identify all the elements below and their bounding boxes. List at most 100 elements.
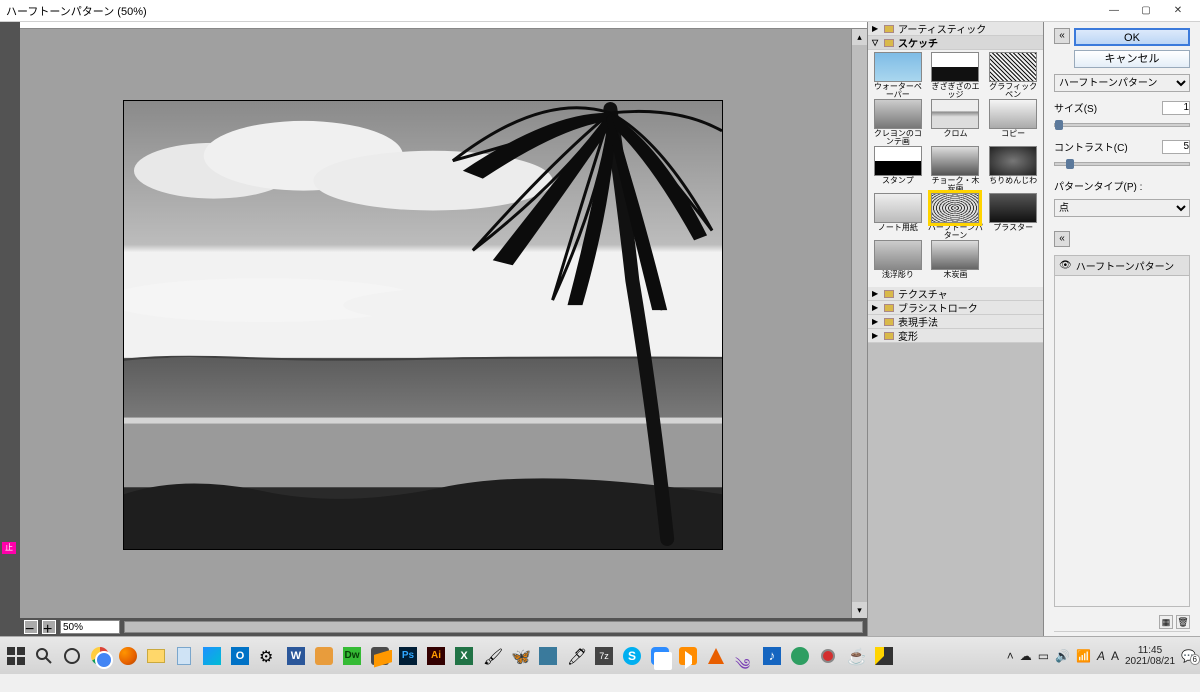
tray-chevron-up-icon[interactable]: ˄ bbox=[1007, 649, 1014, 663]
category-sketch[interactable]: ▽ スケッチ bbox=[868, 36, 1043, 50]
chevron-right-icon: ▶ bbox=[872, 317, 880, 326]
photoshop-icon[interactable]: Ps bbox=[396, 644, 420, 668]
thumb-conte-crayon[interactable]: クレヨンのコンテ画 bbox=[870, 99, 926, 144]
music-icon[interactable]: ♪ bbox=[760, 644, 784, 668]
collapse-preview-button[interactable]: « bbox=[1054, 231, 1070, 247]
thumb-note-paper[interactable]: ノート用紙 bbox=[870, 193, 926, 238]
category-artistic[interactable]: ▶ アーティスティック bbox=[868, 22, 1043, 36]
brush-icon[interactable]: 🖊 bbox=[564, 644, 588, 668]
category-distort[interactable]: ▶ 変形 bbox=[868, 329, 1043, 343]
chrome-icon[interactable] bbox=[88, 644, 112, 668]
start-button[interactable] bbox=[4, 644, 28, 668]
horizontal-scrollbar[interactable] bbox=[124, 621, 863, 633]
thumb-stamp[interactable]: スタンプ bbox=[870, 146, 926, 191]
minimize-button[interactable]: — bbox=[1098, 5, 1130, 16]
main: 止 bbox=[0, 22, 1200, 636]
photos-icon[interactable] bbox=[200, 644, 224, 668]
maximize-button[interactable]: ▢ bbox=[1130, 5, 1162, 16]
thumb-plaster[interactable]: プラスター bbox=[985, 193, 1041, 238]
delete-effect-layer-button[interactable]: 🗑 bbox=[1176, 615, 1190, 629]
zoom-input[interactable] bbox=[60, 620, 120, 634]
contrast-input[interactable] bbox=[1162, 140, 1190, 154]
effect-layer-row[interactable]: 👁 ハーフトーンパターン bbox=[1055, 256, 1189, 276]
excel-icon[interactable]: X bbox=[452, 644, 476, 668]
paint-icon[interactable]: 🖌 bbox=[480, 644, 504, 668]
filter-select[interactable]: ハーフトーンパターン bbox=[1054, 74, 1190, 92]
scroll-thumb-v[interactable] bbox=[852, 45, 867, 602]
thumb-water-paper[interactable]: ウォーターペーパー bbox=[870, 52, 926, 97]
thumb-graphic-pen[interactable]: グラフィックペン bbox=[985, 52, 1041, 97]
globe-icon[interactable] bbox=[788, 644, 812, 668]
ok-button[interactable]: OK bbox=[1074, 28, 1190, 46]
clock-date: 2021/08/21 bbox=[1125, 656, 1175, 667]
skype-icon[interactable]: S bbox=[620, 644, 644, 668]
taskbar: O ⚙ W Dw Ps Ai X 🖌 🦋 🖊 7z S ༄ ♪ ☕ ˄ ☁ ▭ … bbox=[0, 636, 1200, 674]
tray-ime-a-icon[interactable]: A bbox=[1097, 649, 1105, 663]
scroll-up-button[interactable]: ▴ bbox=[852, 29, 867, 45]
thumb-torn-edges[interactable]: ぎざぎざのエッジ bbox=[928, 52, 984, 97]
category-stylize[interactable]: ▶ 表現手法 bbox=[868, 315, 1043, 329]
terminal-icon[interactable] bbox=[536, 644, 560, 668]
sketch-thumbs: ウォーターペーパー ぎざぎざのエッジ グラフィックペン クレヨンのコンテ画 クロ… bbox=[868, 50, 1043, 287]
word-icon[interactable]: W bbox=[284, 644, 308, 668]
size-row: サイズ(S) bbox=[1054, 100, 1190, 115]
explorer-icon[interactable] bbox=[144, 644, 168, 668]
vlc-icon[interactable] bbox=[704, 644, 728, 668]
record-icon[interactable] bbox=[816, 644, 840, 668]
thumb-charcoal[interactable]: 木炭画 bbox=[928, 240, 984, 285]
notepad-icon[interactable] bbox=[172, 644, 196, 668]
tray-notifications-icon[interactable]: 💬6 bbox=[1181, 649, 1196, 663]
canvas-viewport[interactable] bbox=[20, 29, 851, 618]
butterfly-icon[interactable]: 🦋 bbox=[508, 644, 532, 668]
contrast-slider[interactable] bbox=[1054, 162, 1190, 166]
zoom-in-button[interactable]: + bbox=[42, 620, 56, 634]
zoom-out-button[interactable]: − bbox=[24, 620, 38, 634]
size-input[interactable] bbox=[1162, 101, 1190, 115]
settings-icon[interactable]: ⚙ bbox=[256, 644, 280, 668]
tray-volume-icon[interactable]: 🔊 bbox=[1055, 649, 1070, 663]
sublime-icon[interactable] bbox=[368, 644, 392, 668]
zoom-icon[interactable] bbox=[648, 644, 672, 668]
tray-clock[interactable]: 11:45 2021/08/21 bbox=[1125, 645, 1175, 667]
scroll-down-button[interactable]: ▾ bbox=[852, 602, 867, 618]
tray-ime-icon[interactable]: A bbox=[1111, 649, 1119, 663]
scroll-thumb-h[interactable] bbox=[125, 622, 862, 632]
pattern-type-select[interactable]: 点 bbox=[1054, 199, 1190, 217]
tray-battery-icon[interactable]: ▭ bbox=[1038, 649, 1049, 663]
canvas-area: ▴ ▾ − + bbox=[20, 22, 867, 636]
cancel-button[interactable]: キャンセル bbox=[1074, 50, 1190, 68]
thumb-reticulation[interactable]: ちりめんじわ bbox=[985, 146, 1041, 191]
thumb-bas-relief[interactable]: 浅浮彫り bbox=[870, 240, 926, 285]
window-title: ハーフトーンパターン (50%) bbox=[6, 3, 147, 19]
eye-icon[interactable]: 👁 bbox=[1059, 260, 1072, 271]
size-slider[interactable] bbox=[1054, 123, 1190, 127]
contrast-row: コントラスト(C) bbox=[1054, 139, 1190, 154]
thumb-chalk-charcoal[interactable]: チョーク・木炭画 bbox=[928, 146, 984, 191]
tray-wifi-icon[interactable]: 📶 bbox=[1076, 649, 1091, 663]
dreamweaver-icon[interactable]: Dw bbox=[340, 644, 364, 668]
tray-cloud-icon[interactable]: ☁ bbox=[1020, 649, 1032, 663]
image-preview[interactable] bbox=[123, 100, 723, 550]
thumb-halftone-pattern[interactable]: ハーフトーンパターン bbox=[928, 193, 984, 238]
media-player-icon[interactable] bbox=[676, 644, 700, 668]
chevron-down-icon: ▽ bbox=[872, 38, 880, 47]
thumb-chrome[interactable]: クロム bbox=[928, 99, 984, 144]
stop-badge[interactable]: 止 bbox=[2, 542, 16, 554]
category-brush-strokes[interactable]: ▶ ブラシストローク bbox=[868, 301, 1043, 315]
cortana-icon[interactable] bbox=[60, 644, 84, 668]
illustrator-icon[interactable]: Ai bbox=[424, 644, 448, 668]
sevenzip-icon[interactable]: 7z bbox=[592, 644, 616, 668]
wave-icon[interactable]: ༄ bbox=[732, 644, 756, 668]
transmit-icon[interactable] bbox=[312, 644, 336, 668]
collapse-panel-button[interactable]: « bbox=[1054, 28, 1070, 44]
search-icon[interactable] bbox=[32, 644, 56, 668]
category-texture[interactable]: ▶ テクスチャ bbox=[868, 287, 1043, 301]
close-button[interactable]: ✕ bbox=[1162, 5, 1194, 16]
vertical-scrollbar[interactable]: ▴ ▾ bbox=[851, 29, 867, 618]
new-effect-layer-button[interactable]: ▦ bbox=[1159, 615, 1173, 629]
files-icon[interactable] bbox=[872, 644, 896, 668]
outlook-icon[interactable]: O bbox=[228, 644, 252, 668]
firefox-icon[interactable] bbox=[116, 644, 140, 668]
thumb-photocopy[interactable]: コピー bbox=[985, 99, 1041, 144]
java-icon[interactable]: ☕ bbox=[844, 644, 868, 668]
